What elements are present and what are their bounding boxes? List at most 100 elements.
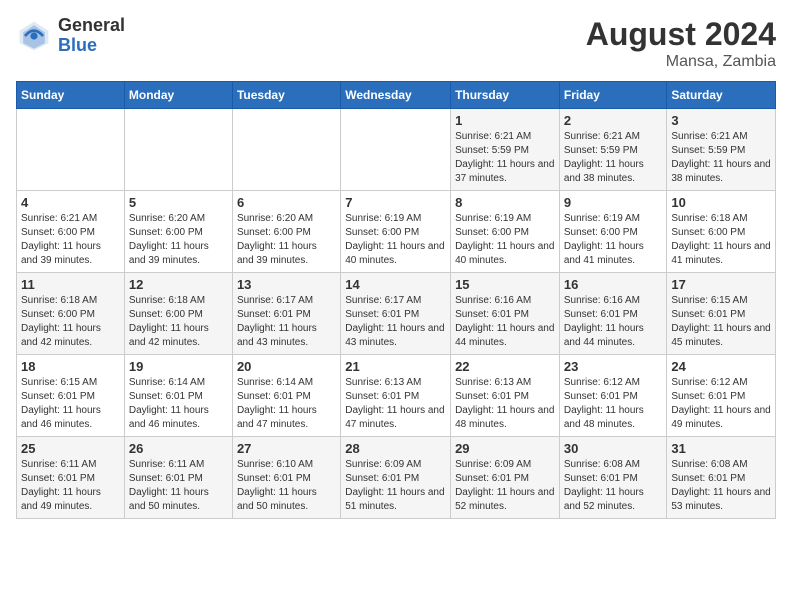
day-number: 16 (564, 277, 663, 292)
day-number: 28 (345, 441, 446, 456)
calendar-cell: 27Sunrise: 6:10 AM Sunset: 6:01 PM Dayli… (232, 437, 340, 519)
header-day-sunday: Sunday (17, 82, 125, 109)
day-number: 13 (237, 277, 336, 292)
day-number: 11 (21, 277, 120, 292)
calendar-cell: 18Sunrise: 6:15 AM Sunset: 6:01 PM Dayli… (17, 355, 125, 437)
day-number: 9 (564, 195, 663, 210)
logo-icon (16, 18, 52, 54)
day-number: 19 (129, 359, 228, 374)
day-number: 7 (345, 195, 446, 210)
day-info: Sunrise: 6:17 AM Sunset: 6:01 PM Dayligh… (237, 294, 336, 350)
calendar-cell: 2Sunrise: 6:21 AM Sunset: 5:59 PM Daylig… (559, 109, 667, 191)
day-info: Sunrise: 6:11 AM Sunset: 6:01 PM Dayligh… (21, 458, 120, 514)
header-day-saturday: Saturday (667, 82, 776, 109)
day-number: 4 (21, 195, 120, 210)
day-info: Sunrise: 6:21 AM Sunset: 5:59 PM Dayligh… (455, 130, 555, 186)
day-number: 23 (564, 359, 663, 374)
day-info: Sunrise: 6:17 AM Sunset: 6:01 PM Dayligh… (345, 294, 446, 350)
calendar-table: SundayMondayTuesdayWednesdayThursdayFrid… (16, 81, 776, 519)
day-number: 12 (129, 277, 228, 292)
calendar-cell: 23 Sunrise: 6:12 AM Sunset: 6:01 PM Dayli… (559, 355, 667, 437)
calendar-cell: 6 Sunrise: 6:20 AM Sunset: 6:00 PM Daylig… (232, 191, 340, 273)
day-number: 15 (455, 277, 555, 292)
day-info: Sunrise: 6:18 AM Sunset: 6:00 PM Dayligh… (671, 212, 771, 268)
day-info: Sunrise: 6:20 AM Sunset: 6:00 PM Dayligh… (237, 212, 336, 268)
calendar-cell: 12Sunrise: 6:18 AM Sunset: 6:00 PM Dayli… (124, 273, 232, 355)
day-number: 3 (671, 113, 771, 128)
header-day-thursday: Thursday (451, 82, 560, 109)
title-block: August 2024 Mansa, Zambia (586, 16, 776, 71)
day-number: 29 (455, 441, 555, 456)
week-row-1: 1 Sunrise: 6:21 AM Sunset: 5:59 PM Daylig… (17, 109, 776, 191)
calendar-cell: 3 Sunrise: 6:21 AM Sunset: 5:59 PM Daylig… (667, 109, 776, 191)
calendar-cell: 5 Sunrise: 6:20 AM Sunset: 6:00 PM Daylig… (124, 191, 232, 273)
day-info: Sunrise: 6:13 AM Sunset: 6:01 PM Dayligh… (345, 376, 446, 432)
day-info: Sunrise: 6:18 AM Sunset: 6:00 PM Dayligh… (21, 294, 120, 350)
calendar-cell: 30Sunrise: 6:08 AM Sunset: 6:01 PM Dayli… (559, 437, 667, 519)
day-number: 5 (129, 195, 228, 210)
day-info: Sunrise: 6:16 AM Sunset: 6:01 PM Dayligh… (455, 294, 555, 350)
day-number: 6 (237, 195, 336, 210)
day-info: Sunrise: 6:14 AM Sunset: 6:01 PM Dayligh… (237, 376, 336, 432)
logo: General Blue (16, 16, 125, 56)
calendar-cell: 15 Sunrise: 6:16 AM Sunset: 6:01 PM Dayli… (451, 273, 560, 355)
day-number: 21 (345, 359, 446, 374)
calendar-cell (124, 109, 232, 191)
day-info: Sunrise: 6:15 AM Sunset: 6:01 PM Dayligh… (21, 376, 120, 432)
day-info: Sunrise: 6:12 AM Sunset: 6:01 PM Dayligh… (564, 376, 663, 432)
day-info: Sunrise: 6:21 AM Sunset: 5:59 PM Dayligh… (564, 130, 663, 186)
header-day-monday: Monday (124, 82, 232, 109)
calendar-cell: 11 Sunrise: 6:18 AM Sunset: 6:00 PM Dayli… (17, 273, 125, 355)
logo-text: General Blue (58, 16, 125, 56)
calendar-cell: 17 Sunrise: 6:15 AM Sunset: 6:01 PM Dayli… (667, 273, 776, 355)
calendar-cell: 7 Sunrise: 6:19 AM Sunset: 6:00 PM Daylig… (341, 191, 451, 273)
calendar-cell: 16Sunrise: 6:16 AM Sunset: 6:01 PM Dayli… (559, 273, 667, 355)
day-info: Sunrise: 6:11 AM Sunset: 6:01 PM Dayligh… (129, 458, 228, 514)
calendar-cell: 19 Sunrise: 6:14 AM Sunset: 6:01 PM Dayli… (124, 355, 232, 437)
day-info: Sunrise: 6:08 AM Sunset: 6:01 PM Dayligh… (671, 458, 771, 514)
week-row-3: 11 Sunrise: 6:18 AM Sunset: 6:00 PM Dayli… (17, 273, 776, 355)
day-number: 17 (671, 277, 771, 292)
day-info: Sunrise: 6:13 AM Sunset: 6:01 PM Dayligh… (455, 376, 555, 432)
day-number: 22 (455, 359, 555, 374)
page-header: General Blue August 2024 Mansa, Zambia (16, 16, 776, 71)
calendar-cell: 25Sunrise: 6:11 AM Sunset: 6:01 PM Dayli… (17, 437, 125, 519)
day-info: Sunrise: 6:15 AM Sunset: 6:01 PM Dayligh… (671, 294, 771, 350)
day-info: Sunrise: 6:20 AM Sunset: 6:00 PM Dayligh… (129, 212, 228, 268)
calendar-cell: 22 Sunrise: 6:13 AM Sunset: 6:01 PM Dayli… (451, 355, 560, 437)
calendar-cell: 20Sunrise: 6:14 AM Sunset: 6:01 PM Dayli… (232, 355, 340, 437)
calendar-cell: 31 Sunrise: 6:08 AM Sunset: 6:01 PM Dayli… (667, 437, 776, 519)
day-info: Sunrise: 6:08 AM Sunset: 6:01 PM Dayligh… (564, 458, 663, 514)
day-info: Sunrise: 6:19 AM Sunset: 6:00 PM Dayligh… (345, 212, 446, 268)
calendar-cell (17, 109, 125, 191)
calendar-cell: 9 Sunrise: 6:19 AM Sunset: 6:00 PM Daylig… (559, 191, 667, 273)
day-info: Sunrise: 6:21 AM Sunset: 5:59 PM Dayligh… (671, 130, 771, 186)
day-number: 26 (129, 441, 228, 456)
logo-blue: Blue (58, 36, 125, 56)
day-info: Sunrise: 6:09 AM Sunset: 6:01 PM Dayligh… (455, 458, 555, 514)
day-info: Sunrise: 6:14 AM Sunset: 6:01 PM Dayligh… (129, 376, 228, 432)
day-info: Sunrise: 6:19 AM Sunset: 6:00 PM Dayligh… (455, 212, 555, 268)
day-number: 31 (671, 441, 771, 456)
location-label: Mansa, Zambia (586, 53, 776, 71)
header-row: SundayMondayTuesdayWednesdayThursdayFrid… (17, 82, 776, 109)
day-info: Sunrise: 6:12 AM Sunset: 6:01 PM Dayligh… (671, 376, 771, 432)
calendar-cell: 26 Sunrise: 6:11 AM Sunset: 6:01 PM Dayli… (124, 437, 232, 519)
day-number: 24 (671, 359, 771, 374)
header-day-wednesday: Wednesday (341, 82, 451, 109)
calendar-cell: 29 Sunrise: 6:09 AM Sunset: 6:01 PM Dayli… (451, 437, 560, 519)
week-row-4: 18Sunrise: 6:15 AM Sunset: 6:01 PM Dayli… (17, 355, 776, 437)
calendar-cell: 8Sunrise: 6:19 AM Sunset: 6:00 PM Daylig… (451, 191, 560, 273)
calendar-cell: 10Sunrise: 6:18 AM Sunset: 6:00 PM Dayli… (667, 191, 776, 273)
calendar-header: SundayMondayTuesdayWednesdayThursdayFrid… (17, 82, 776, 109)
calendar-cell: 1 Sunrise: 6:21 AM Sunset: 5:59 PM Daylig… (451, 109, 560, 191)
calendar-cell: 4Sunrise: 6:21 AM Sunset: 6:00 PM Daylig… (17, 191, 125, 273)
day-info: Sunrise: 6:19 AM Sunset: 6:00 PM Dayligh… (564, 212, 663, 268)
calendar-cell: 14Sunrise: 6:17 AM Sunset: 6:01 PM Dayli… (341, 273, 451, 355)
month-year-title: August 2024 (586, 16, 776, 53)
calendar-cell: 24 Sunrise: 6:12 AM Sunset: 6:01 PM Dayli… (667, 355, 776, 437)
day-number: 1 (455, 113, 555, 128)
calendar-cell (341, 109, 451, 191)
day-info: Sunrise: 6:10 AM Sunset: 6:01 PM Dayligh… (237, 458, 336, 514)
header-day-friday: Friday (559, 82, 667, 109)
